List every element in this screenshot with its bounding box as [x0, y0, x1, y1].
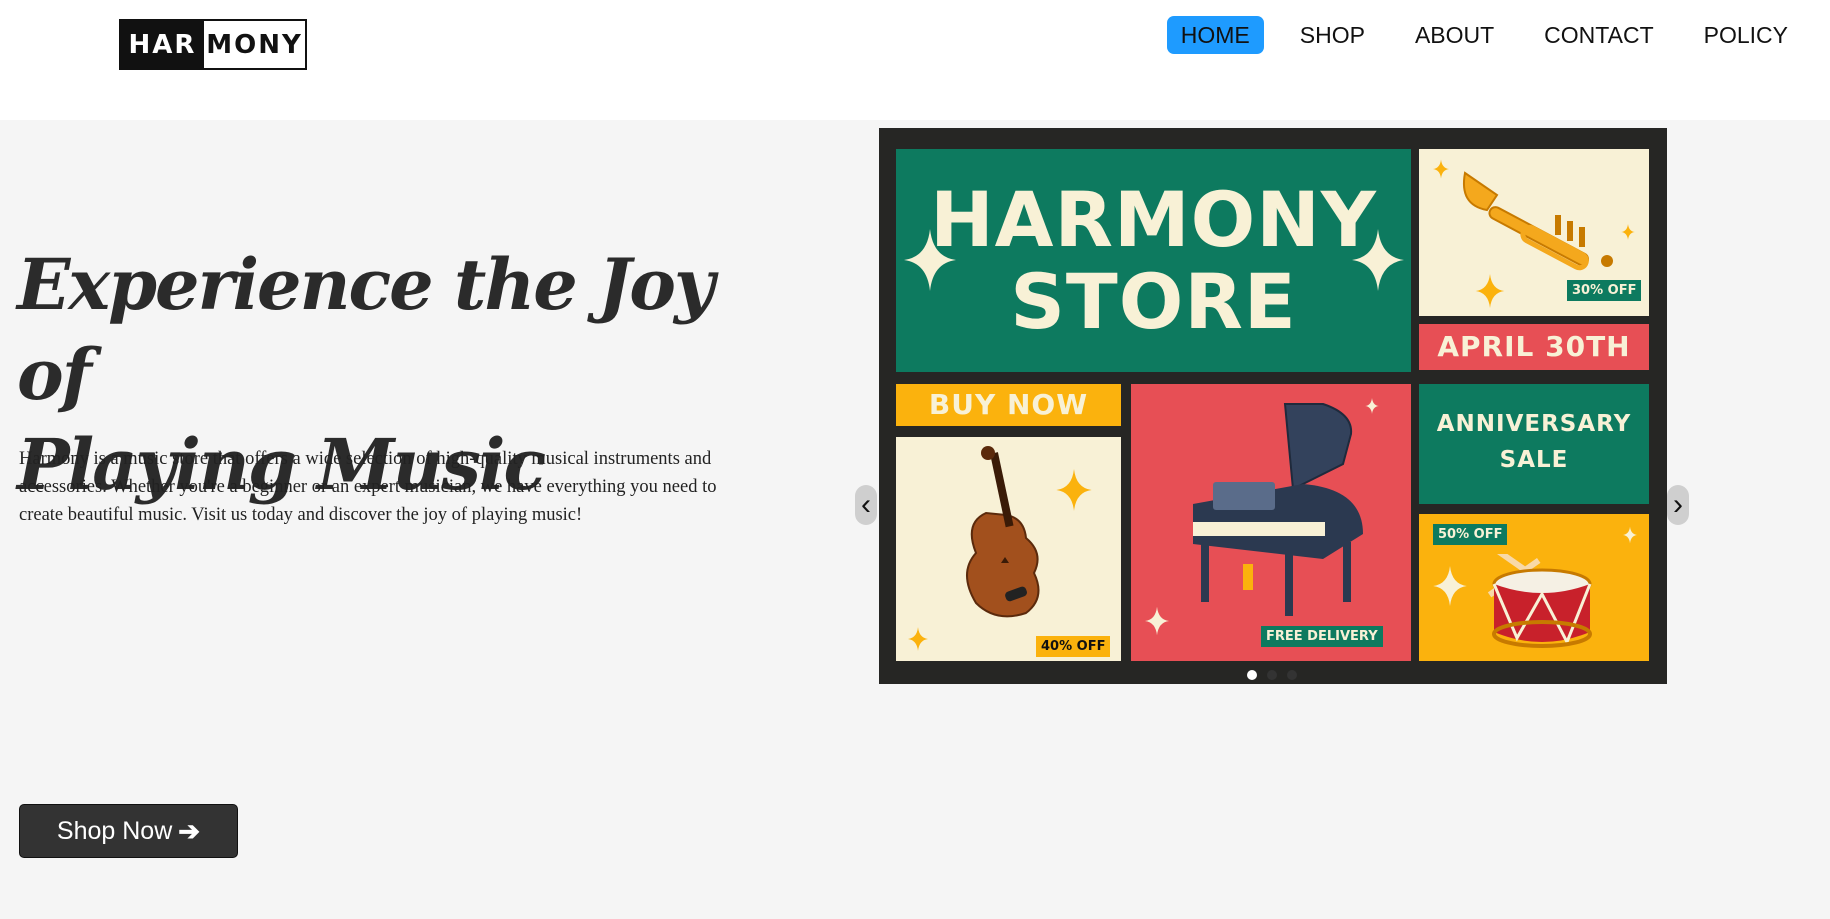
site-header: HAR MONY HOME SHOP ABOUT CONTACT POLICY [0, 0, 1830, 120]
violin-discount-tag: 40% OFF [1036, 636, 1111, 657]
sparkle-icon [1475, 274, 1505, 308]
shop-now-label: Shop Now [56, 816, 173, 845]
buy-now-label: BUY NOW [896, 384, 1121, 426]
promo-carousel: HARMONY STORE 30% OFF APRIL 30TH BUY NOW [879, 128, 1667, 684]
nav-about[interactable]: ABOUT [1401, 16, 1508, 54]
banner-title-line2: STORE [1010, 257, 1297, 346]
nav-shop[interactable]: SHOP [1286, 16, 1379, 54]
violin-icon [966, 446, 1040, 618]
banner-title-tile: HARMONY STORE [896, 149, 1411, 372]
banner-title: HARMONY STORE [896, 179, 1411, 343]
sparkle-icon [1623, 526, 1637, 544]
chevron-right-icon[interactable]: › [1667, 485, 1689, 525]
nav-contact[interactable]: CONTACT [1530, 16, 1667, 54]
hero-headline-line1: Experience the Joy of [17, 243, 715, 416]
nav-policy[interactable]: POLICY [1690, 16, 1802, 54]
anniversary-tile: ANNIVERSARY SALE [1419, 384, 1649, 504]
piano-tile: FREE DELIVERY [1131, 384, 1411, 661]
violin-tile: 40% OFF [896, 437, 1121, 661]
drum-tile: 50% OFF [1419, 514, 1649, 661]
carousel-dot-2[interactable] [1267, 670, 1277, 680]
sparkle-icon [1433, 566, 1467, 606]
sparkle-icon [1056, 469, 1092, 511]
sale-date: APRIL 30TH [1419, 324, 1649, 370]
trumpet-icon [1463, 171, 1613, 271]
trumpet-discount-tag: 30% OFF [1567, 280, 1642, 301]
anniversary-line2: SALE [1499, 447, 1569, 473]
arrow-right-icon: ➔ [178, 815, 201, 846]
shop-now-button[interactable]: Shop Now ➔ [19, 804, 238, 858]
chevron-left-icon[interactable]: ‹ [855, 485, 877, 525]
drum-discount-tag: 50% OFF [1433, 524, 1508, 545]
hero-description: Harmony is a music store that offers a w… [19, 449, 717, 525]
nav-home[interactable]: HOME [1166, 16, 1264, 54]
logo-left-part: HAR [121, 21, 204, 68]
anniversary-line1: ANNIVERSARY [1436, 411, 1632, 437]
logo-right-part: MONY [206, 29, 303, 60]
sparkle-icon [1433, 159, 1449, 179]
carousel-indicators [1247, 670, 1297, 680]
sparkle-icon [908, 627, 928, 651]
drum-icon [1487, 554, 1592, 648]
banner-title-line1: HARMONY [930, 175, 1377, 264]
piano-delivery-tag: FREE DELIVERY [1261, 626, 1383, 647]
carousel-dot-3[interactable] [1287, 670, 1297, 680]
trumpet-tile: 30% OFF [1419, 149, 1649, 316]
harmony-logo[interactable]: HAR MONY [119, 19, 307, 70]
carousel-dot-1[interactable] [1247, 670, 1257, 680]
main-nav: HOME SHOP ABOUT CONTACT POLICY [1166, 16, 1830, 54]
sparkle-icon [1145, 606, 1169, 636]
grand-piano-icon [1193, 403, 1363, 616]
